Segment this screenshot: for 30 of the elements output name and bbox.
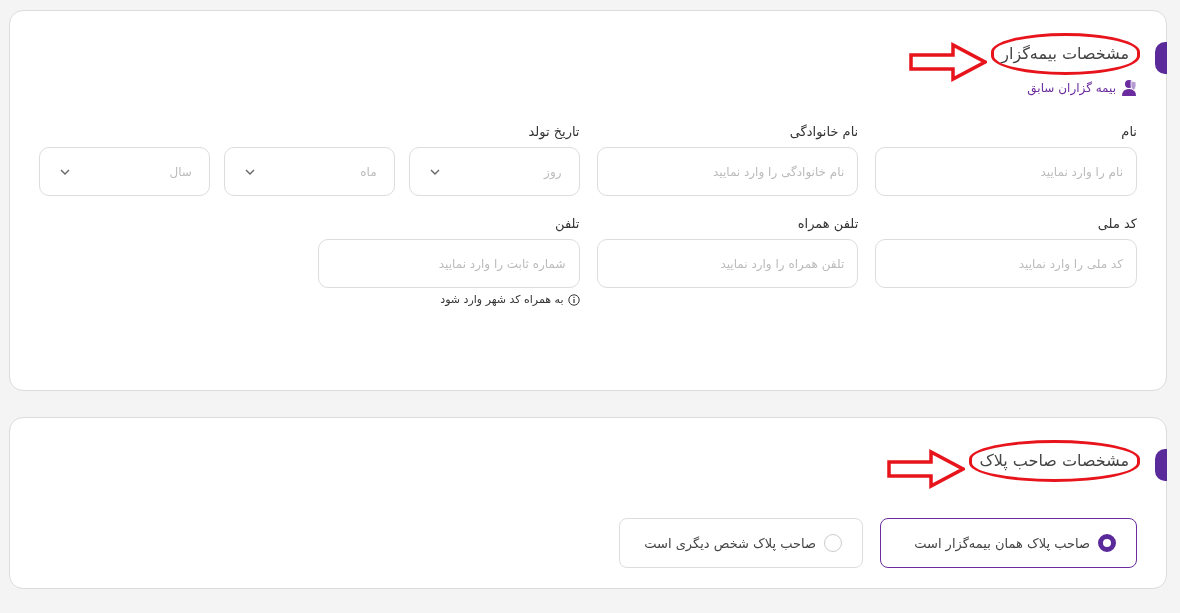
- option-label: صاحب پلاک شخص دیگری است: [644, 535, 816, 551]
- dropdown-placeholder: روز: [544, 164, 562, 179]
- field-label: کد ملی: [1096, 216, 1137, 231]
- hint-text: به همراه کد شهر وارد شود: [440, 293, 564, 306]
- radio-button[interactable]: [1098, 534, 1116, 552]
- input-field[interactable]: نام را وارد نمایید: [875, 147, 1137, 196]
- person-shield-icon: [1121, 79, 1137, 96]
- input-field[interactable]: نام خانوادگی را وارد نمایید: [596, 147, 859, 196]
- chevron-down-icon: [60, 168, 70, 175]
- input-field[interactable]: کد ملی را وارد نمایید: [875, 239, 1137, 288]
- radio-option[interactable]: صاحب پلاک شخص دیگری است: [619, 518, 863, 568]
- field-label: نام خانوادگی: [788, 124, 859, 139]
- section-marker: [1155, 449, 1167, 481]
- previous-insurers-link[interactable]: بیمه گزاران سابق: [1027, 79, 1137, 96]
- dropdown-placeholder: ماه: [360, 164, 377, 179]
- section-title: مشخصات بیمه‌گزار: [1001, 44, 1129, 63]
- info-icon: [567, 293, 580, 306]
- field-label: نام: [1120, 124, 1137, 139]
- field-label: تلفن همراه: [796, 216, 859, 231]
- section-marker: [1155, 42, 1167, 74]
- dropdown-placeholder: سال: [169, 164, 192, 179]
- field-label: تاریخ تولد: [527, 124, 580, 139]
- radio-option[interactable]: صاحب پلاک همان بیمه‌گزار است: [880, 518, 1137, 568]
- chevron-down-icon: [429, 168, 440, 175]
- input-field[interactable]: شماره ثابت را وارد نمایید: [317, 239, 580, 288]
- section-title: مشخصات صاحب پلاک: [979, 451, 1129, 470]
- option-label: صاحب پلاک همان بیمه‌گزار است: [914, 535, 1090, 551]
- chevron-down-icon: [244, 168, 255, 175]
- field-label: تلفن: [554, 216, 580, 231]
- input-field[interactable]: تلفن همراه را وارد نمایید: [596, 239, 859, 288]
